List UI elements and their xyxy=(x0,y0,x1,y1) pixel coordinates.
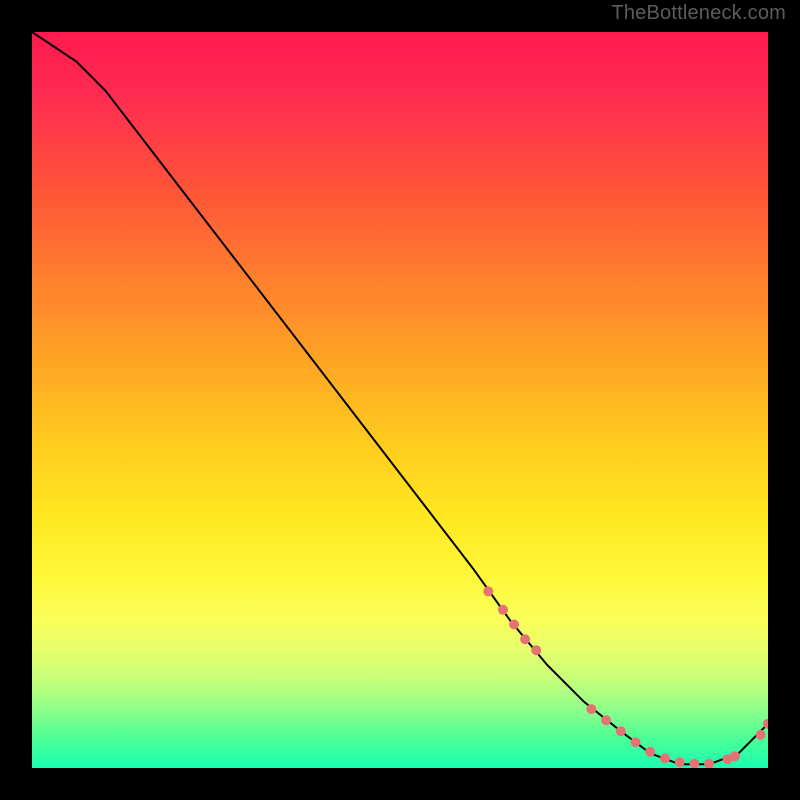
plot-gradient-bg xyxy=(32,32,768,768)
data-point xyxy=(520,634,530,644)
data-point xyxy=(498,605,508,615)
data-point xyxy=(756,730,766,740)
attribution-label: TheBottleneck.com xyxy=(611,2,786,25)
chart-root: TheBottleneck.com xyxy=(0,0,800,800)
data-point xyxy=(601,715,611,725)
bottleneck-curve xyxy=(32,32,768,764)
data-point xyxy=(689,759,699,768)
data-point xyxy=(675,757,685,767)
data-point xyxy=(586,704,596,714)
plot-svg xyxy=(32,32,768,768)
highlight-dots-group xyxy=(483,586,768,768)
data-point xyxy=(631,737,641,747)
data-point xyxy=(704,759,714,768)
plot-frame xyxy=(28,28,772,772)
data-point xyxy=(660,753,670,763)
data-point xyxy=(509,620,519,630)
data-point xyxy=(531,645,541,655)
data-point xyxy=(483,586,493,596)
data-point xyxy=(730,751,740,761)
data-point xyxy=(645,747,655,757)
data-point xyxy=(616,726,626,736)
